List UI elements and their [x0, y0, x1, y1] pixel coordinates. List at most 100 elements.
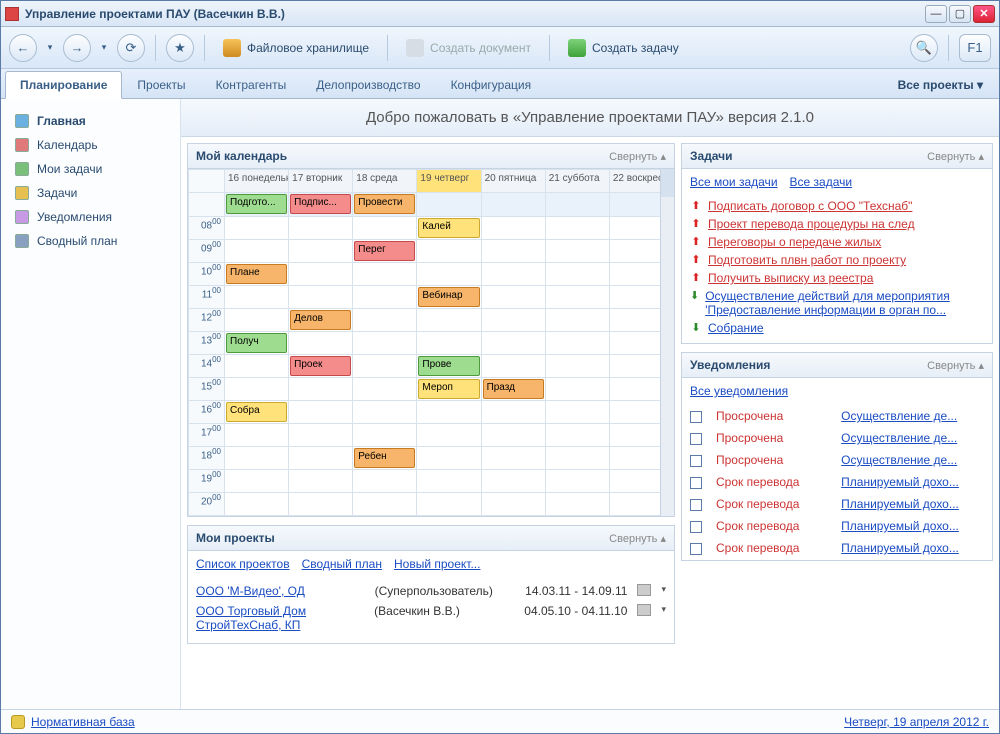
- sidebar-item-label: Сводный план: [37, 234, 117, 248]
- project-name-link[interactable]: ООО Торговый Дом СтройТехСнаб, КП: [196, 604, 364, 632]
- project-name-link[interactable]: ООО 'М-Видео', ОД: [196, 584, 365, 598]
- tab-planning[interactable]: Планирование: [5, 71, 122, 99]
- main-toolbar: ← ▾ → ▾ ⟳ ★ Файловое хранилище Создать д…: [1, 27, 999, 69]
- notification-link[interactable]: Осуществление де...: [841, 409, 957, 423]
- notification-checkbox[interactable]: [690, 477, 702, 489]
- sidebar-item-label: Главная: [37, 114, 86, 128]
- tasks-collapse[interactable]: Свернуть ▴: [927, 150, 984, 163]
- search-button[interactable]: 🔍: [910, 34, 938, 62]
- tab-projects[interactable]: Проекты: [122, 71, 200, 98]
- calendar-event[interactable]: Мероп: [418, 379, 479, 399]
- legal-base-link[interactable]: Нормативная база: [31, 715, 135, 729]
- task-row: ⬆Подписать договор с ООО "Техснаб": [690, 199, 984, 213]
- minimize-button[interactable]: —: [925, 5, 947, 23]
- task-link[interactable]: Собрание: [708, 321, 764, 335]
- allday-event[interactable]: Провести: [354, 194, 415, 214]
- notification-link[interactable]: Планируемый дохо...: [841, 497, 959, 511]
- all-my-tasks-link[interactable]: Все мои задачи: [690, 175, 778, 189]
- sidebar-item-2[interactable]: Мои задачи: [7, 157, 174, 181]
- allday-event[interactable]: Подпис...: [290, 194, 351, 214]
- notification-link[interactable]: Планируемый дохо...: [841, 541, 959, 555]
- new-project-link[interactable]: Новый проект...: [394, 557, 480, 571]
- gantt-icon[interactable]: [637, 584, 651, 596]
- sidebar-item-1[interactable]: Календарь: [7, 133, 174, 157]
- calendar-event[interactable]: Прове: [418, 356, 479, 376]
- tab-docflow[interactable]: Делопроизводство: [301, 71, 435, 98]
- close-button[interactable]: ✕: [973, 5, 995, 23]
- notification-checkbox[interactable]: [690, 411, 702, 423]
- calendar-event[interactable]: Калей: [418, 218, 479, 238]
- current-date-link[interactable]: Четверг, 19 апреля 2012 г.: [844, 715, 989, 729]
- task-row: ⬆ Проект перевода процедуры на след: [690, 217, 984, 231]
- projects-panel: Мои проекты Свернуть ▴ Список проектов С…: [187, 525, 675, 644]
- sidebar-item-0[interactable]: Главная: [7, 109, 174, 133]
- notification-link[interactable]: Планируемый дохо...: [841, 519, 959, 533]
- back-button[interactable]: ←: [9, 34, 37, 62]
- create-document-button[interactable]: Создать документ: [398, 33, 539, 63]
- task-row: ⬆Получить выписку из реестра: [690, 271, 984, 285]
- notification-checkbox[interactable]: [690, 521, 702, 533]
- task-link[interactable]: Подготовить плвн работ по проекту: [708, 253, 906, 267]
- calendar-event[interactable]: Перег: [354, 241, 415, 261]
- forward-button[interactable]: →: [63, 34, 91, 62]
- titlebar[interactable]: Управление проектами ПАУ (Васечкин В.В.)…: [1, 1, 999, 27]
- tab-config[interactable]: Конфигурация: [436, 71, 547, 98]
- help-button[interactable]: F1: [959, 34, 991, 62]
- notification-status: Просрочена: [716, 453, 783, 467]
- maximize-button[interactable]: ▢: [949, 5, 971, 23]
- notification-link[interactable]: Планируемый дохо...: [841, 475, 959, 489]
- allday-event[interactable]: Подгото...: [226, 194, 287, 214]
- task-link[interactable]: Переговоры о передаче жилых: [708, 235, 881, 249]
- gantt-icon[interactable]: [637, 604, 651, 616]
- notification-link[interactable]: Осуществление де...: [841, 431, 957, 445]
- sidebar-item-4[interactable]: Уведомления: [7, 205, 174, 229]
- sidebar-item-5[interactable]: Сводный план: [7, 229, 174, 253]
- priority-arrow-icon: ⬆: [690, 217, 702, 230]
- notifications-collapse[interactable]: Свернуть ▴: [927, 359, 984, 372]
- task-link[interactable]: Получить выписку из реестра: [708, 271, 873, 285]
- calendar-collapse[interactable]: Свернуть ▴: [609, 150, 666, 163]
- tab-contractors[interactable]: Контрагенты: [201, 71, 302, 98]
- notification-checkbox[interactable]: [690, 433, 702, 445]
- all-notifications-link[interactable]: Все уведомления: [690, 384, 788, 398]
- notification-checkbox[interactable]: [690, 499, 702, 511]
- calendar-event[interactable]: Проек: [290, 356, 351, 376]
- task-link[interactable]: Проект перевода процедуры на след: [708, 217, 915, 231]
- create-task-button[interactable]: Создать задачу: [560, 33, 687, 63]
- calendar-grid[interactable]: 16 понедельник17 вторник18 среда19 четве…: [188, 169, 674, 516]
- task-link[interactable]: Подписать договор с ООО "Техснаб": [708, 199, 912, 213]
- refresh-button[interactable]: ⟳: [117, 34, 145, 62]
- dropdown-icon[interactable]: ▾: [661, 584, 666, 595]
- notification-status: Просрочена: [716, 431, 783, 445]
- task-link[interactable]: Осуществление действий для мероприятия '…: [705, 289, 984, 317]
- divider: [204, 35, 205, 61]
- back-history-dropdown[interactable]: ▾: [43, 34, 57, 62]
- consolidated-plan-link[interactable]: Сводный план: [302, 557, 382, 571]
- calendar-event[interactable]: Плане: [226, 264, 287, 284]
- notification-link[interactable]: Осуществление де...: [841, 453, 957, 467]
- tasks-panel: Задачи Свернуть ▴ Все мои задачи Все зад…: [681, 143, 993, 344]
- calendar-event[interactable]: Делов: [290, 310, 351, 330]
- sidebar-item-3[interactable]: Задачи: [7, 181, 174, 205]
- favorites-button[interactable]: ★: [166, 34, 194, 62]
- calendar-scrollbar[interactable]: [660, 169, 674, 516]
- task-row: ⬇Собрание: [690, 321, 984, 335]
- calendar-event[interactable]: Празд: [483, 379, 544, 399]
- sidebar-icon: [15, 138, 29, 152]
- sidebar-icon: [15, 210, 29, 224]
- projects-list-link[interactable]: Список проектов: [196, 557, 290, 571]
- projects-collapse[interactable]: Свернуть ▴: [609, 532, 666, 545]
- dropdown-icon[interactable]: ▾: [661, 604, 666, 615]
- calendar-event[interactable]: Получ: [226, 333, 287, 353]
- calendar-event[interactable]: Ребен: [354, 448, 415, 468]
- notification-checkbox[interactable]: [690, 455, 702, 467]
- priority-arrow-icon: ⬆: [690, 235, 702, 248]
- calendar-event[interactable]: Собра: [226, 402, 287, 422]
- forward-history-dropdown[interactable]: ▾: [97, 34, 111, 62]
- sidebar-icon: [15, 234, 29, 248]
- all-tasks-link[interactable]: Все задачи: [790, 175, 853, 189]
- all-projects-dropdown[interactable]: Все проекты ▾: [886, 72, 995, 98]
- file-storage-button[interactable]: Файловое хранилище: [215, 33, 377, 63]
- calendar-event[interactable]: Вебинар: [418, 287, 479, 307]
- notification-checkbox[interactable]: [690, 543, 702, 555]
